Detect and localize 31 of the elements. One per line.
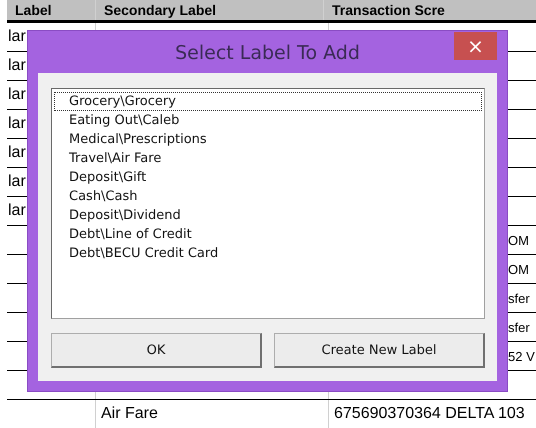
table-cell: OM xyxy=(508,232,529,248)
label-list[interactable]: Grocery\Grocery Eating Out\Caleb Medical\Prescriptions Travel\Air Fare Deposit\Gift Cash\Cash Deposit\Dividend Debt\Line of Credit Debt\BECU Credit Card xyxy=(51,88,485,319)
column-header: Secondary Label xyxy=(103,1,218,20)
list-item[interactable]: Deposit\Dividend xyxy=(54,206,482,225)
table-cell: sfer xyxy=(508,290,530,306)
table-cell: lar xyxy=(8,173,26,191)
table-cell: sfer xyxy=(508,320,530,334)
table-cell: lar xyxy=(8,115,26,133)
list-item[interactable]: Deposit\Gift xyxy=(54,168,482,187)
table-cell: OM xyxy=(508,262,529,276)
ok-button[interactable]: OK xyxy=(51,333,262,368)
list-item[interactable]: Travel\Air Fare xyxy=(54,149,482,168)
table-cell: lar xyxy=(8,202,26,220)
list-item[interactable]: Eating Out\Caleb xyxy=(54,111,482,130)
close-button[interactable]: × xyxy=(454,32,497,60)
create-label-button[interactable]: Create New Label xyxy=(274,333,485,368)
list-item[interactable]: Cash\Cash xyxy=(54,187,482,206)
list-item[interactable]: Medical\Prescriptions xyxy=(54,130,482,149)
column-header: Transaction Scre xyxy=(331,1,446,20)
column-header: Label xyxy=(14,1,53,20)
list-item[interactable]: Debt\BECU Credit Card xyxy=(54,244,482,263)
table-cell: lar xyxy=(8,144,26,162)
table-cell: 675690370364 DELTA 103 xyxy=(334,405,525,423)
table-cell: lar xyxy=(8,86,26,104)
table-cell: lar xyxy=(8,57,26,75)
table-cell: 52 V xyxy=(508,348,535,364)
list-item[interactable]: Grocery\Grocery xyxy=(54,92,482,111)
list-item[interactable]: Debt\Line of Credit xyxy=(54,225,482,244)
table-cell: Air Fare xyxy=(101,405,158,423)
table-cell: lar xyxy=(8,28,26,46)
window-title: Select Label To Add xyxy=(175,42,360,64)
